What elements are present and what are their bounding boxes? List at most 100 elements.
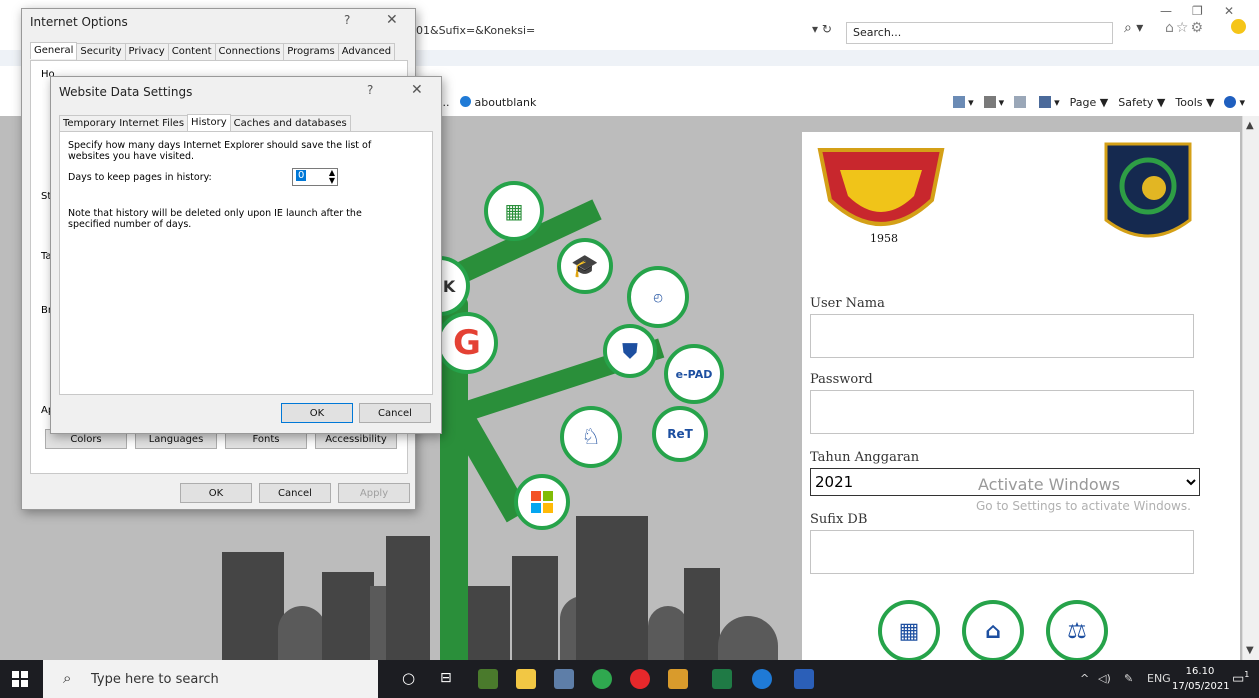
calculator-app-icon[interactable]: ▦ xyxy=(878,600,940,660)
user-name-input[interactable] xyxy=(810,314,1194,358)
year-label: Tahun Anggaran xyxy=(810,450,920,465)
pen-icon[interactable]: ✎ xyxy=(1124,672,1133,685)
ok-button[interactable]: OK xyxy=(281,403,353,423)
tab-history[interactable]: History xyxy=(187,114,231,131)
clock-time: 16.10 xyxy=(1185,666,1215,677)
skyline-building xyxy=(648,606,688,660)
search-icon[interactable]: ⌕ ▾ xyxy=(1124,20,1143,36)
command-bar: ▾ ▾ ▾ Page ▼ Safety ▼ Tools ▼ ▾ xyxy=(953,96,1245,109)
skyline-building xyxy=(322,572,374,660)
language-indicator[interactable]: ENG xyxy=(1147,672,1171,685)
browser-search-input[interactable]: Search... xyxy=(846,22,1113,44)
clock-date: 17/05/2021 xyxy=(1172,681,1230,692)
taskbar: ⌕ Type here to search ○ ⊟ ^ ◁) ✎ ENG 16.… xyxy=(0,660,1259,698)
clock[interactable]: 16.10 17/05/2021 xyxy=(1172,664,1230,694)
app-icon-epad[interactable]: e-PAD xyxy=(664,344,724,404)
taskbar-search-input[interactable]: ⌕ Type here to search xyxy=(43,660,378,698)
app-icon-smart[interactable]: ♘ xyxy=(560,406,622,468)
spinner-arrows-icon[interactable]: ▲ ▼ xyxy=(329,169,335,185)
tab-connections[interactable]: Connections xyxy=(214,43,285,60)
scales-app-icon[interactable]: ⚖ xyxy=(1046,600,1108,660)
opera-icon[interactable] xyxy=(630,669,650,689)
help-icon[interactable]: ? xyxy=(367,83,373,97)
browser-search-placeholder: Search... xyxy=(853,26,902,39)
password-input[interactable] xyxy=(810,390,1194,434)
address-bar-text[interactable]: 01&Sufix=&Koneksi= xyxy=(416,24,535,37)
home-dropdown[interactable]: ▾ xyxy=(953,96,974,109)
print-dropdown[interactable]: ▾ xyxy=(1039,96,1060,109)
activate-windows-title: Activate Windows xyxy=(978,475,1121,494)
ok-button[interactable]: OK xyxy=(180,483,252,503)
skyline-building xyxy=(512,556,558,660)
help-icon[interactable]: ▾ xyxy=(1224,96,1245,109)
app-icon-bangunan[interactable]: ▦ xyxy=(484,181,544,241)
file-explorer-icon[interactable] xyxy=(516,669,536,689)
maximize-icon[interactable]: ❐ xyxy=(1192,4,1203,18)
app-icon-6[interactable] xyxy=(668,669,688,689)
cancel-button[interactable]: Cancel xyxy=(359,403,431,423)
task-view-icon[interactable]: ⊟ xyxy=(440,670,452,686)
skyline-building xyxy=(278,606,326,660)
app-icon-3[interactable] xyxy=(554,669,574,689)
tab-general[interactable]: General xyxy=(30,42,78,59)
internet-explorer-icon[interactable] xyxy=(752,669,772,689)
minimize-icon[interactable]: — xyxy=(1160,4,1172,18)
cancel-button[interactable]: Cancel xyxy=(259,483,331,503)
provincial-emblem: 1958 xyxy=(817,148,945,245)
cortana-icon[interactable]: ○ xyxy=(402,669,415,687)
skyline-building xyxy=(386,536,430,660)
app-icon-ret[interactable]: ReT xyxy=(652,406,708,462)
scroll-up-icon: ▲ xyxy=(1246,120,1254,131)
close-icon[interactable]: ✕ xyxy=(386,12,398,28)
mail-icon[interactable] xyxy=(1014,96,1029,109)
close-icon[interactable]: ✕ xyxy=(1224,4,1234,18)
home-star-gear-icons[interactable]: ⌂☆⚙ xyxy=(1165,20,1205,36)
tools-menu[interactable]: Tools ▼ xyxy=(1175,96,1214,109)
windows-start-icon[interactable] xyxy=(12,671,28,690)
app-icon-education[interactable]: 🎓 xyxy=(557,238,613,294)
tray-chevron-icon[interactable]: ^ xyxy=(1080,672,1089,685)
days-value[interactable]: 0 xyxy=(296,170,307,181)
tab-advanced[interactable]: Advanced xyxy=(337,43,396,60)
tab-content[interactable]: Content xyxy=(167,43,216,60)
help-icon[interactable]: ? xyxy=(344,13,350,27)
apply-button[interactable]: Apply xyxy=(338,483,410,503)
login-panel: 1958 User Nama Password Tahun Anggaran 2… xyxy=(802,132,1240,660)
chrome-icon[interactable] xyxy=(592,669,612,689)
password-label: Password xyxy=(810,372,873,387)
skyline-building xyxy=(718,616,778,660)
scroll-down-icon: ▼ xyxy=(1246,645,1254,656)
volume-icon[interactable]: ◁) xyxy=(1098,672,1111,685)
excel-icon[interactable] xyxy=(712,669,732,689)
bank-app-icon[interactable]: ⌂ xyxy=(962,600,1024,660)
page-scrollbar[interactable]: ▲ ▼ xyxy=(1242,116,1259,660)
app-icon-shield[interactable]: ⛊ xyxy=(603,324,657,378)
app-icon-microsoft[interactable] xyxy=(514,474,570,530)
refresh-icon[interactable]: ▾ ↻ xyxy=(812,22,832,36)
tab-privacy[interactable]: Privacy xyxy=(124,43,169,60)
page-menu[interactable]: Page ▼ xyxy=(1070,96,1109,109)
tab-programs[interactable]: Programs xyxy=(283,43,339,60)
close-icon[interactable]: ✕ xyxy=(411,82,423,98)
history-note: Note that history will be deleted only u… xyxy=(68,208,362,230)
safety-menu[interactable]: Safety ▼ xyxy=(1118,96,1165,109)
app-icon-google[interactable]: G xyxy=(436,312,498,374)
taskbar-search-placeholder: Type here to search xyxy=(91,672,219,687)
tab-caches-databases[interactable]: Caches and databases xyxy=(229,115,351,132)
app-icon-1[interactable] xyxy=(478,669,498,689)
favorite-link[interactable]: 1...aboutblank xyxy=(432,96,536,109)
website-data-settings-title: Website Data Settings xyxy=(59,85,193,99)
tab-security[interactable]: Security xyxy=(76,43,126,60)
days-spinner[interactable]: 0 ▲ ▼ xyxy=(292,168,338,186)
sufix-db-label: Sufix DB xyxy=(810,512,868,527)
notification-icon[interactable]: ▭1 xyxy=(1232,670,1249,686)
activate-windows-subtitle: Go to Settings to activate Windows. xyxy=(976,499,1191,513)
feeds-dropdown[interactable]: ▾ xyxy=(983,96,1004,109)
skyline-building xyxy=(468,586,510,660)
history-tab-panel: Specify how many days Internet Explorer … xyxy=(59,131,433,395)
sufix-db-input[interactable] xyxy=(810,530,1194,574)
feedback-smiley-icon[interactable] xyxy=(1231,19,1246,34)
word-icon[interactable] xyxy=(794,669,814,689)
app-icon-monev[interactable]: ◴ xyxy=(627,266,689,328)
tab-temporary-internet-files[interactable]: Temporary Internet Files xyxy=(59,115,189,132)
